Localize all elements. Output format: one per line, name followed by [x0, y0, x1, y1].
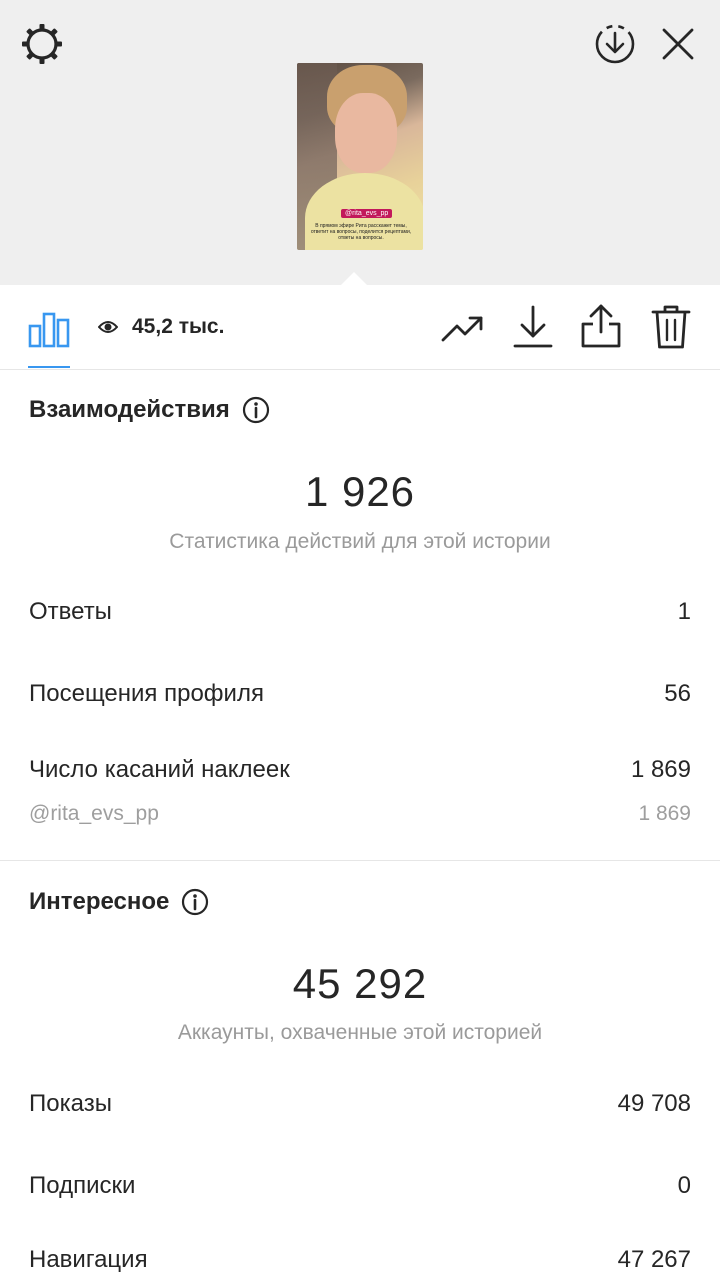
thumbnail-pointer — [340, 272, 368, 286]
stat-value: 1 869 — [630, 756, 691, 783]
info-icon[interactable] — [181, 888, 209, 916]
section-divider — [0, 860, 720, 861]
stat-value: 47 267 — [617, 1246, 691, 1273]
story-caption: В прямом эфире Рита расскажет темы, отве… — [310, 223, 412, 241]
stat-value: 49 708 — [617, 1090, 691, 1117]
stat-label: Число касаний наклеек — [29, 756, 290, 783]
stat-value: 1 — [677, 598, 691, 625]
stat-label: Ответы — [29, 598, 112, 625]
interactions-total: 1 926 — [304, 468, 416, 515]
discovery-section-title: Интересное — [29, 888, 209, 916]
interactions-title: Взаимодействия — [29, 396, 230, 423]
stat-row-impressions: Показы 49 708 — [29, 1090, 691, 1118]
info-icon[interactable] — [242, 396, 270, 424]
discovery-total: 45 292 — [292, 960, 428, 1007]
stat-row-navigation: Навигация 47 267 — [29, 1246, 691, 1274]
stat-subrow-mention[interactable]: @rita_evs_pp 1 869 — [29, 802, 691, 826]
trending-icon[interactable] — [441, 308, 485, 348]
stat-row-follows: Подписки 0 — [29, 1172, 691, 1200]
stat-row-profile-visits: Посещения профиля 56 — [29, 680, 691, 708]
stat-sub-label: @rita_evs_pp — [29, 802, 159, 825]
eye-icon — [98, 321, 118, 333]
mention-sticker: @rita_evs_pp — [341, 209, 393, 218]
stat-value: 56 — [664, 680, 691, 707]
trash-icon[interactable] — [651, 304, 691, 350]
bar-chart-icon[interactable] — [28, 306, 70, 348]
stat-label: Посещения профиля — [29, 680, 264, 707]
views-indicator: 45,2 тыс. — [98, 312, 224, 342]
interactions-section-title: Взаимодействия — [29, 396, 270, 424]
stat-label: Подписки — [29, 1172, 136, 1199]
discovery-caption: Аккаунты, охваченные этой историей — [177, 1021, 543, 1044]
gear-icon[interactable] — [20, 22, 64, 66]
story-preview-area: @rita_evs_pp В прямом эфире Рита расскаж… — [0, 0, 720, 286]
face-shape — [335, 93, 397, 173]
story-thumbnail[interactable]: @rita_evs_pp В прямом эфире Рита расскаж… — [297, 63, 423, 250]
stat-label: Навигация — [29, 1246, 148, 1273]
close-icon[interactable] — [658, 24, 698, 64]
stat-value: 0 — [677, 1172, 691, 1199]
stat-row-replies: Ответы 1 — [29, 598, 691, 626]
share-icon[interactable] — [579, 302, 623, 350]
interactions-caption: Статистика действий для этой истории — [169, 530, 551, 553]
download-icon[interactable] — [512, 304, 554, 350]
download-circle-icon[interactable] — [593, 22, 637, 66]
views-count: 45,2 тыс. — [132, 315, 225, 338]
stat-sub-value: 1 869 — [638, 802, 691, 825]
active-tab-indicator — [28, 366, 70, 368]
discovery-title: Интересное — [29, 888, 170, 915]
stat-label: Показы — [29, 1090, 112, 1117]
stat-row-sticker-taps: Число касаний наклеек 1 869 — [29, 756, 691, 784]
